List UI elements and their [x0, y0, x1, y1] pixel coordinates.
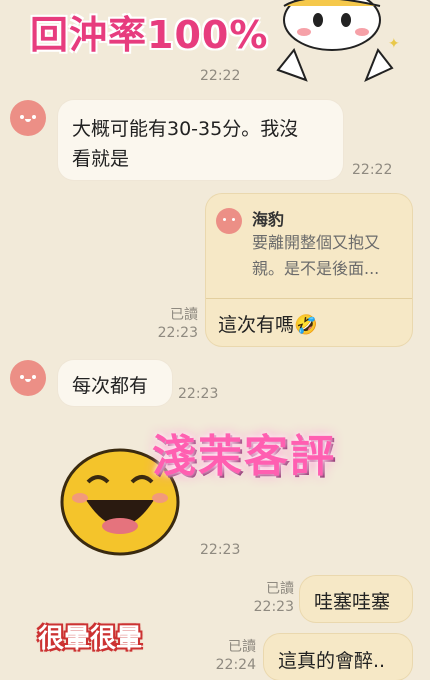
read-receipt: 已讀 22:23 [253, 581, 294, 615]
reply-message-bubble[interactable]: 海豹 要離開整個又抱又 親。是不是後面... 這次有嗎🤣 [206, 194, 412, 346]
svg-text:✦: ✦ [388, 36, 400, 52]
cartoon-character-icon: ✦ [276, 0, 400, 82]
divider [206, 298, 412, 299]
sticker-bottom-text[interactable]: 很暈很暈 [38, 618, 142, 655]
message-bubble[interactable]: 大概可能有30-35分。我沒 看就是 [58, 100, 343, 180]
timestamp: 22:23 [200, 542, 241, 558]
avatar[interactable] [10, 100, 46, 136]
message-bubble[interactable]: 哇塞哇塞 [300, 576, 412, 622]
quote-avatar [216, 208, 242, 234]
avatar[interactable] [10, 360, 46, 396]
quoted-text[interactable]: 要離開整個又抱又 親。是不是後面... [252, 230, 380, 282]
message-text: 大概可能有30-35分。我沒 看就是 [72, 118, 299, 170]
message-bubble[interactable]: 這真的會醉.. [264, 634, 412, 680]
message-bubble[interactable]: 每次都有 [58, 360, 172, 406]
message-text: 這次有嗎🤣 [218, 314, 318, 336]
timestamp: 22:22 [200, 68, 241, 84]
sticker-top-text: 回沖率100% [30, 13, 269, 57]
quote-sender-name: 海豹 [252, 210, 285, 229]
message-text: 每次都有 [72, 375, 149, 397]
read-receipt: 已讀 22:23 [157, 307, 198, 341]
message-text: 哇塞哇塞 [314, 591, 391, 613]
watermark-text: 淺茉客評 [152, 431, 336, 482]
timestamp: 22:23 [178, 386, 219, 402]
timestamp: 22:22 [352, 162, 393, 178]
